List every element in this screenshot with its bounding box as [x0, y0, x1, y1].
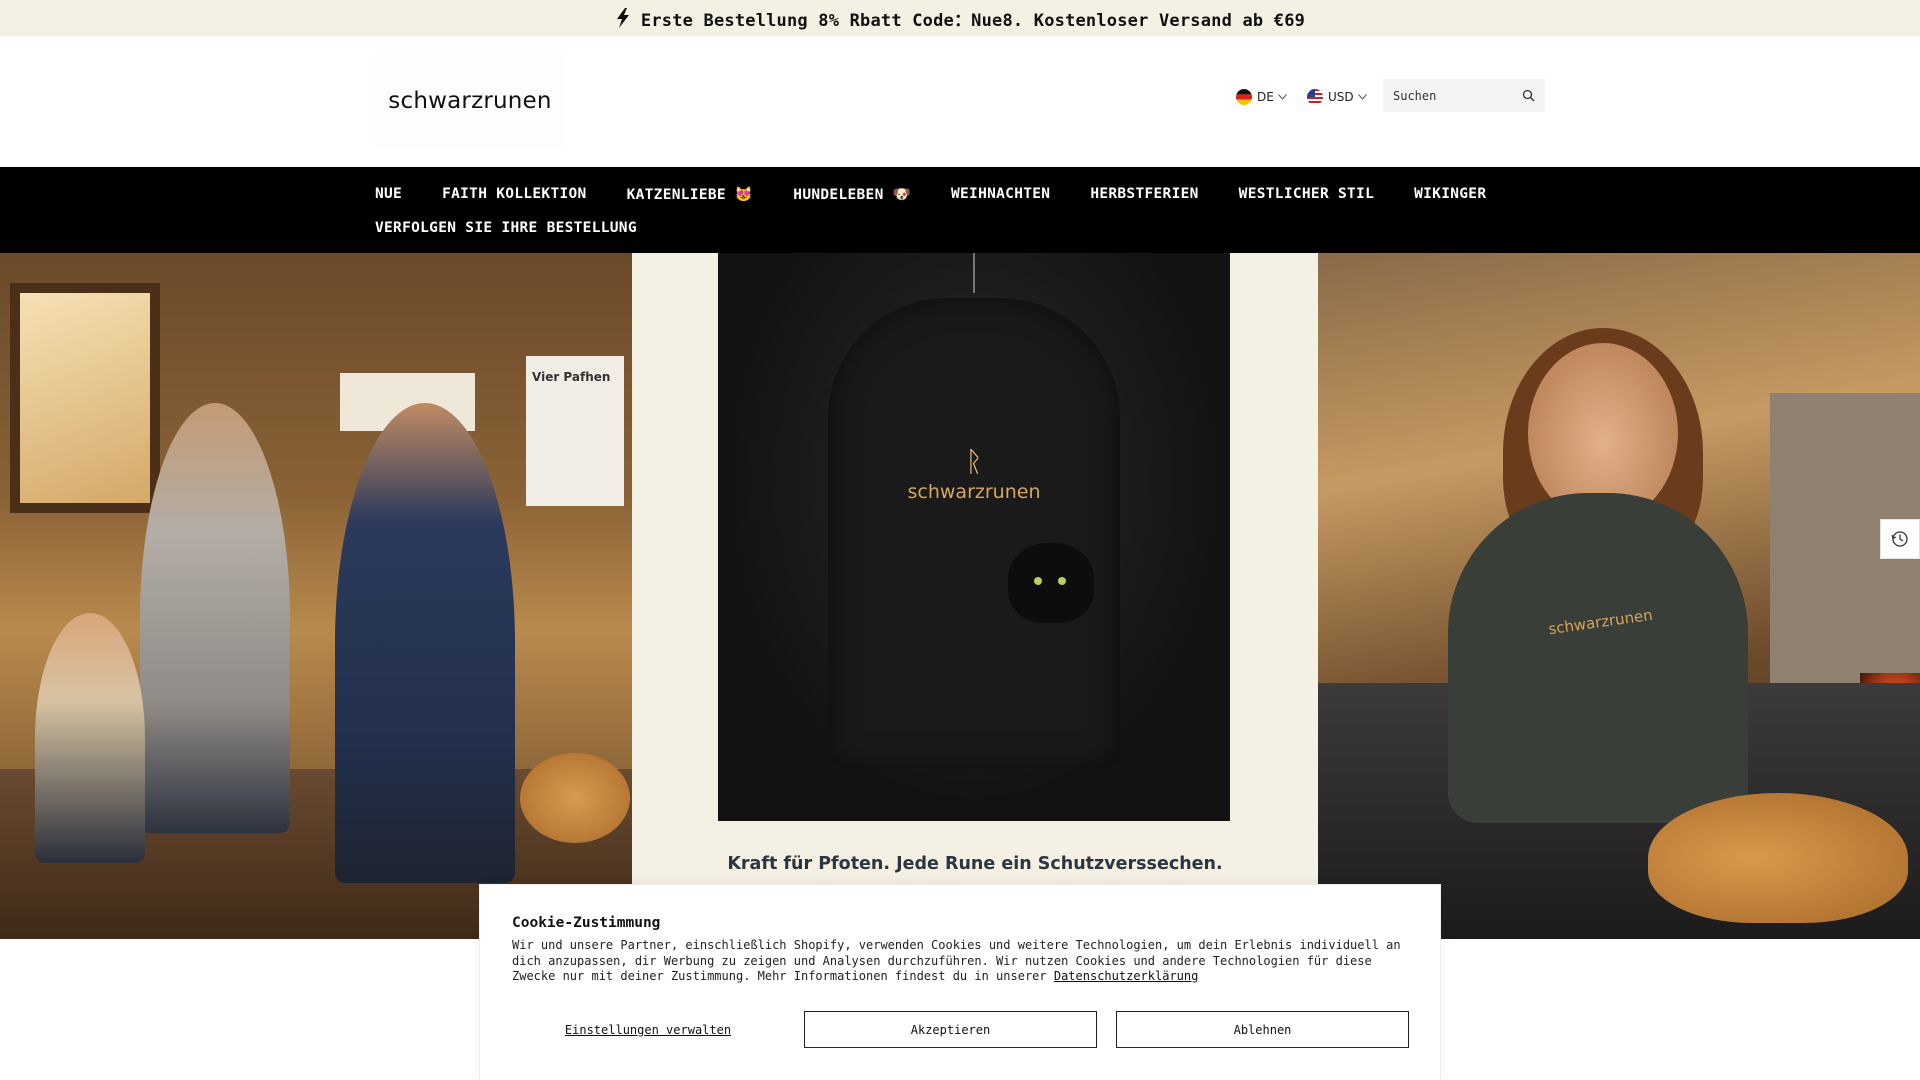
logo[interactable]: schwarzrunen	[375, 54, 565, 148]
chevron-down-icon	[1277, 94, 1287, 100]
cookie-body-text: Wir und unsere Partner, einschließlich S…	[512, 938, 1401, 983]
hero-image-left: Vier Pafhen	[0, 253, 632, 939]
window	[10, 283, 160, 513]
person-child	[35, 613, 145, 863]
nav-item-faith-kollektion[interactable]: FAITH KOLLEKTION	[442, 186, 586, 203]
language-selector[interactable]: DE	[1236, 83, 1287, 111]
nav-item-wikinger[interactable]: WIKINGER	[1414, 186, 1486, 203]
black-cat	[1008, 543, 1094, 623]
hero-image-center: ᚱ schwarzrunen Kraft für Pfoten. Jede Ru…	[632, 253, 1318, 939]
nav-row-primary: NUE FAITH KOLLEKTION KATZENLIEBE 😻 HUNDE…	[375, 186, 1526, 203]
poster-text: Vier Pafhen	[532, 370, 611, 384]
person-woman	[140, 403, 290, 833]
history-icon	[1891, 531, 1908, 547]
decline-button[interactable]: Ablehnen	[1116, 1011, 1409, 1048]
currency-code: USD	[1328, 90, 1354, 104]
nav-item-hundeleben[interactable]: HUNDELEBEN 🐶	[793, 186, 911, 203]
hero-caption: Kraft für Pfoten. Jede Rune ein Schutzve…	[727, 854, 1223, 874]
germany-flag-icon	[1236, 89, 1252, 105]
logo-text: schwarzrunen	[388, 88, 552, 114]
cookie-text: Wir und unsere Partner, einschließlich S…	[512, 938, 1412, 985]
language-code: DE	[1257, 90, 1274, 104]
lightning-bolt-icon	[616, 8, 629, 28]
nav-item-nue[interactable]: NUE	[375, 186, 402, 203]
cookie-consent-banner: Cookie-Zustimmung Wir und unsere Partner…	[480, 885, 1440, 1080]
chevron-down-icon	[1357, 94, 1367, 100]
main-navigation: NUE FAITH KOLLEKTION KATZENLIEBE 😻 HUNDE…	[0, 167, 1920, 253]
privacy-policy-link[interactable]: Datenschutzerklärung	[1054, 969, 1199, 983]
nav-item-katzenliebe[interactable]: KATZENLIEBE 😻	[627, 186, 754, 203]
sleeping-dog	[1648, 793, 1908, 923]
hanger	[973, 253, 975, 293]
currency-selector[interactable]: USD	[1307, 83, 1367, 111]
announcement-text: Erste Bestellung 8% Rbatt Code：Nue8. Kos…	[640, 10, 1306, 31]
person-man	[335, 403, 515, 883]
site-header: schwarzrunen DE USD	[0, 36, 1920, 167]
wall-poster-hoodie: Vier Pafhen	[526, 356, 624, 506]
hero-banner[interactable]: Vier Pafhen ᚱ schwarzrunen Kraft für Pfo…	[0, 253, 1920, 939]
hoodie-rune-print: ᚱ	[965, 445, 983, 478]
woman-hoodie	[1448, 493, 1748, 823]
nav-item-herbstferien[interactable]: HERBSTFERIEN	[1090, 186, 1198, 203]
cookie-title: Cookie-Zustimmung	[512, 915, 661, 931]
hero-image-right: schwarzrunen	[1318, 253, 1920, 939]
hoodie-brand-print: schwarzrunen	[907, 481, 1041, 503]
announcement-bar: Erste Bestellung 8% Rbatt Code：Nue8. Kos…	[0, 0, 1920, 36]
history-button[interactable]	[1880, 519, 1920, 559]
search-box[interactable]	[1383, 79, 1545, 112]
accept-button[interactable]: Akzeptieren	[804, 1011, 1097, 1048]
nav-item-weihnachten[interactable]: WEIHNACHTEN	[951, 186, 1050, 203]
dog	[520, 753, 630, 843]
product-photo: ᚱ schwarzrunen	[718, 253, 1230, 821]
search-icon[interactable]	[1522, 89, 1535, 102]
manage-settings-button[interactable]: Einstellungen verwalten	[512, 1011, 784, 1049]
search-input[interactable]	[1393, 88, 1513, 103]
nav-item-westlicher-stil[interactable]: WESTLICHER STIL	[1239, 186, 1374, 203]
cookie-actions: Einstellungen verwalten Akzeptieren Able…	[512, 1011, 1409, 1049]
nav-item-track-order[interactable]: VERFOLGEN SIE IHRE BESTELLUNG	[375, 220, 637, 236]
hoodie	[828, 298, 1120, 768]
usa-flag-icon	[1307, 89, 1323, 105]
nav-row-secondary: VERFOLGEN SIE IHRE BESTELLUNG	[375, 220, 677, 236]
